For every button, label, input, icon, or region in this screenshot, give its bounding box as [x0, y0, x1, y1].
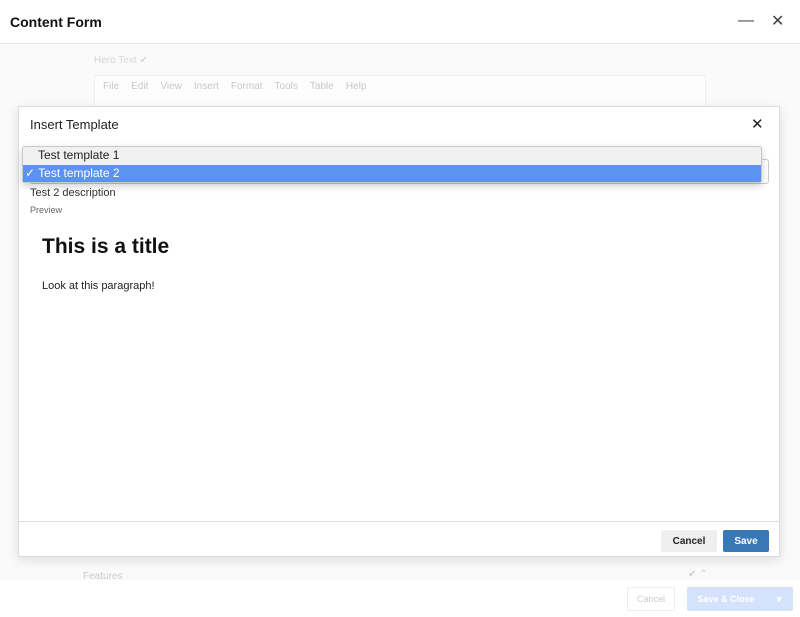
- menu-format[interactable]: Format: [231, 81, 263, 92]
- features-icons[interactable]: ✔ ⌃: [688, 569, 708, 580]
- save-close-label[interactable]: Save & Close: [687, 587, 765, 611]
- option-test-template-1[interactable]: Test template 1: [23, 147, 761, 164]
- minimize-icon[interactable]: —: [738, 12, 754, 30]
- chevron-down-icon[interactable]: ▾: [765, 587, 793, 611]
- preview-paragraph: Look at this paragraph!: [42, 280, 155, 292]
- menu-table[interactable]: Table: [310, 81, 334, 92]
- form-cancel-button[interactable]: Cancel: [627, 587, 675, 611]
- form-footer: [0, 580, 800, 617]
- preview-title: This is a title: [42, 235, 170, 258]
- menu-help[interactable]: Help: [346, 81, 367, 92]
- menu-insert[interactable]: Insert: [194, 81, 219, 92]
- menu-tools[interactable]: Tools: [275, 81, 298, 92]
- menu-file[interactable]: File: [103, 81, 119, 92]
- cancel-button[interactable]: Cancel: [661, 530, 717, 552]
- option-test-template-2-selected[interactable]: ✓ Test template 2: [23, 165, 761, 182]
- menu-edit[interactable]: Edit: [131, 81, 148, 92]
- template-dropdown-list: Test template 1 ✓ Test template 2: [22, 146, 762, 183]
- close-icon[interactable]: ✕: [771, 11, 784, 31]
- save-button[interactable]: Save: [723, 530, 769, 552]
- window-header: Content Form — ✕: [0, 0, 800, 44]
- save-close-button[interactable]: Save & Close ▾: [687, 587, 793, 611]
- window-title: Content Form: [10, 14, 102, 30]
- dialog-title: Insert Template: [30, 117, 119, 132]
- dialog-footer: Cancel Save: [19, 521, 779, 557]
- close-icon[interactable]: ✕: [751, 115, 764, 133]
- menu-view[interactable]: View: [160, 81, 182, 92]
- template-description: Test 2 description: [30, 187, 116, 199]
- hero-text-label: Hero Text ✔: [94, 55, 148, 66]
- editor-menubar: File Edit View Insert Format Tools Table…: [103, 81, 366, 92]
- preview-label: Preview: [30, 205, 63, 215]
